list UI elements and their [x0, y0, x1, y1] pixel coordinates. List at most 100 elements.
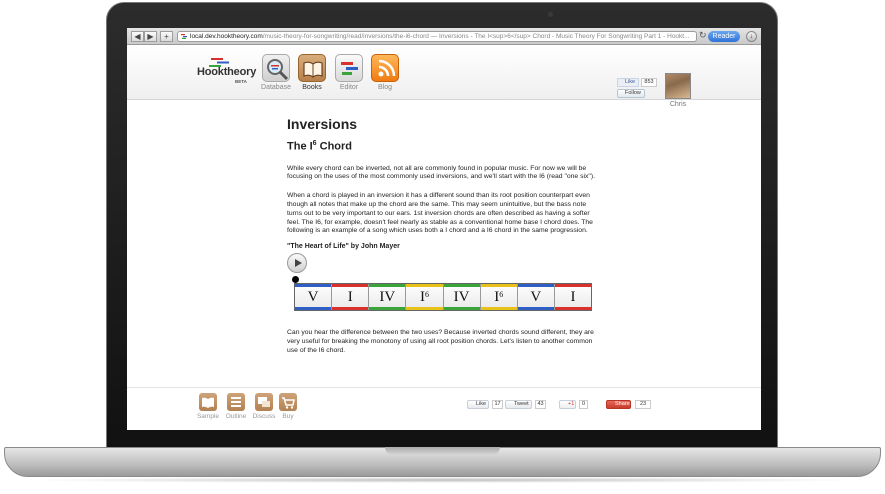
chord-color-bar	[295, 307, 332, 311]
chord-cell[interactable]: V	[295, 284, 333, 311]
song-player: V I IV I6 IV I6 V I	[287, 253, 599, 319]
chord-color-bar	[332, 307, 369, 311]
section-title-prefix: The I	[287, 140, 313, 153]
chord-cell[interactable]: I6	[406, 284, 444, 311]
chord-numeral: V	[530, 289, 542, 306]
facebook-like-count: 853	[641, 78, 657, 87]
chord-color-bar	[480, 307, 517, 311]
play-button[interactable]	[287, 253, 307, 274]
tool-outline[interactable]: Outline	[222, 393, 250, 420]
avatar[interactable]	[665, 73, 691, 99]
facebook-like-button-footer[interactable]: Like	[467, 400, 489, 409]
chord-numeral: IV	[453, 289, 470, 306]
chord-color-bar	[369, 284, 406, 288]
chord-color-bar	[443, 307, 480, 311]
reader-button[interactable]: Reader	[708, 31, 740, 42]
chord-inversion: 6	[424, 290, 429, 300]
tool-outline-label: Outline	[225, 413, 247, 420]
paragraph-inversion-explanation: When a chord is played in an inversion i…	[287, 192, 593, 235]
browser-toolbar: ◀ ▶ + local.dev.hooktheory.com/music-the…	[127, 28, 761, 45]
footer-like-label: Like	[476, 401, 487, 407]
new-tab-button[interactable]: +	[160, 31, 173, 42]
book-footer-toolbar: Sample Outline Discuss Buy Like 17 Tweet	[127, 387, 761, 430]
share-label: Share	[615, 401, 630, 407]
chord-color-bar	[369, 307, 406, 311]
outline-icon	[227, 393, 245, 411]
nav-database[interactable]: Database	[259, 54, 293, 91]
chord-cell[interactable]: I	[554, 284, 591, 311]
book-icon	[199, 393, 217, 411]
section-title-suffix: Chord	[316, 140, 353, 153]
forward-button[interactable]: ▶	[144, 31, 157, 42]
chord-cell[interactable]: IV	[369, 284, 407, 311]
site-logo[interactable]: Hooktheory	[197, 66, 256, 78]
nav-editor[interactable]: Editor	[332, 54, 366, 91]
logo-beta: BETA	[235, 79, 247, 84]
facebook-like-button[interactable]: Like	[617, 78, 639, 87]
chord-color-bar	[517, 307, 554, 311]
chord-color-bar	[332, 284, 369, 288]
nav-database-label: Database	[261, 84, 291, 91]
chord-cell[interactable]: I6	[480, 284, 518, 311]
url-host: local.dev.hooktheory.com	[190, 33, 263, 40]
tool-sample[interactable]: Sample	[194, 393, 222, 420]
url-path: /music-theory-for-songwriting/read/inver…	[262, 33, 690, 40]
nav-books[interactable]: Books	[295, 54, 329, 91]
screen: ◀ ▶ + local.dev.hooktheory.com/music-the…	[127, 28, 761, 430]
page-title: Inversions	[287, 116, 358, 132]
chord-cell[interactable]: IV	[443, 284, 481, 311]
user-name[interactable]: Chris	[665, 101, 691, 108]
back-button[interactable]: ◀	[131, 31, 144, 42]
chord-numeral: V	[307, 289, 319, 306]
chord-cell[interactable]: I	[332, 284, 370, 311]
chord-numeral: I	[347, 289, 353, 306]
share-count: 23	[635, 400, 651, 409]
share-button[interactable]: Share	[606, 400, 631, 409]
tool-sample-label: Sample	[196, 413, 220, 420]
nav-books-label: Books	[302, 84, 322, 91]
google-plus-count: 0	[579, 400, 588, 409]
tweet-count: 43	[535, 400, 546, 409]
footer-like-count: 17	[492, 400, 503, 409]
section-title: The I6 Chord	[287, 140, 599, 153]
twitter-follow-button[interactable]: Follow	[617, 89, 645, 98]
laptop-notch	[385, 447, 500, 455]
chord-progression: V I IV I6 IV I6 V I	[294, 283, 592, 312]
twitter-follow-label: Follow	[625, 90, 641, 96]
magnifier-icon	[262, 54, 290, 82]
chord-color-bar	[517, 284, 554, 288]
editor-icon	[335, 54, 363, 82]
cart-icon	[279, 393, 297, 411]
laptop-shadow	[20, 477, 865, 483]
song-title: "The Heart of Life" by John Mayer	[287, 243, 400, 251]
google-plus-button[interactable]: +1	[559, 400, 576, 409]
google-plus-label: +1	[568, 401, 575, 407]
paragraph-conclusion: Can you hear the difference between the …	[287, 329, 594, 354]
chord-cell[interactable]: V	[517, 284, 555, 311]
tool-buy[interactable]: Buy	[274, 393, 302, 420]
chord-color-bar	[554, 284, 591, 288]
chord-color-bar	[443, 284, 480, 288]
favicon-icon	[181, 34, 187, 39]
discuss-icon	[255, 393, 273, 411]
chord-color-bar	[554, 307, 591, 311]
camera-icon	[548, 12, 553, 17]
facebook-like-label: Like	[625, 79, 636, 85]
nav-blog[interactable]: Blog	[368, 54, 402, 91]
article: Inversions The I6 Chord While every chor…	[287, 116, 599, 356]
tweet-button[interactable]: Tweet	[505, 400, 532, 409]
chord-color-bar	[406, 307, 443, 311]
paragraph-intro: While every chord can be inverted, not a…	[287, 164, 595, 181]
site-header: Hooktheory BETA Database Books Editor Bl…	[127, 46, 761, 108]
tweet-label: Tweet	[514, 401, 529, 407]
reload-icon[interactable]: ↻	[699, 30, 707, 41]
download-icon[interactable]: ↓	[746, 31, 757, 42]
tool-buy-label: Buy	[282, 413, 294, 420]
book-icon	[298, 54, 326, 82]
chord-inversion: 6	[499, 290, 504, 300]
nav-blog-label: Blog	[377, 84, 392, 91]
chord-numeral: I	[570, 289, 576, 306]
chord-numeral: IV	[379, 289, 396, 306]
address-bar[interactable]: local.dev.hooktheory.com/music-theory-fo…	[177, 31, 697, 42]
nav-editor-label: Editor	[339, 84, 359, 91]
